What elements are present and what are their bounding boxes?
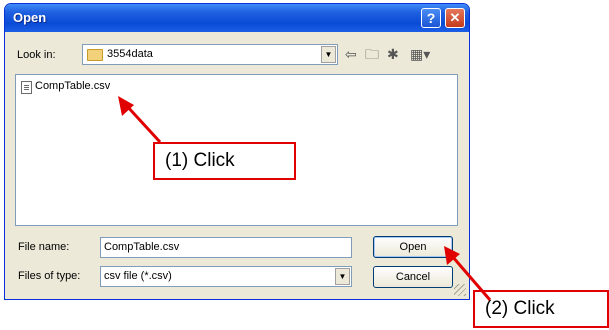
- arrow-line-1: [124, 103, 162, 144]
- arrow-line-2: [450, 255, 492, 301]
- annotation-arrows: [118, 96, 492, 301]
